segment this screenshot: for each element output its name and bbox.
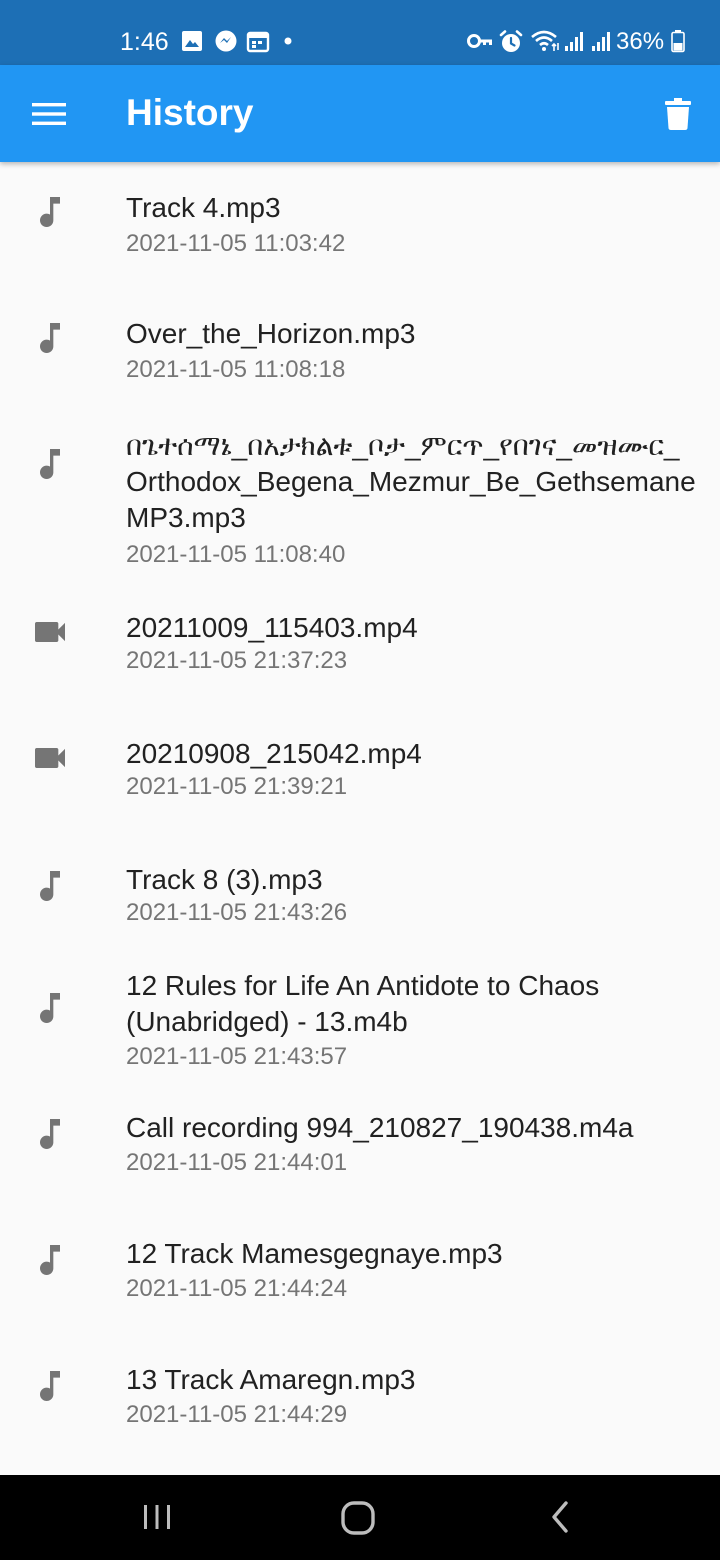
signal-icon [565, 32, 583, 51]
history-item-date: 2021-11-05 21:44:29 [126, 1401, 348, 1428]
recent-apps-icon[interactable] [142, 1497, 172, 1537]
history-item[interactable]: 20210908_215042.mp4 2021-11-05 21:39:21 [0, 710, 720, 836]
history-item-title: Track 8 (3).mp3 [126, 864, 323, 895]
history-item-title: Call recording 994_210827_190438.m4a [126, 1112, 634, 1143]
history-item[interactable]: በጌተሰማኔ_በአታክልቱ_ቦታ_ምርጥ_የበገና_መዝሙር_Orthodox_… [0, 414, 720, 584]
history-item-date: 2021-11-05 21:43:57 [126, 1043, 348, 1070]
history-item-title: 20210908_215042.mp4 [126, 738, 422, 769]
history-item-date: 2021-11-05 21:39:21 [126, 773, 348, 800]
navigation-bar [0, 1475, 720, 1560]
dot-icon [284, 37, 292, 45]
music-note-icon [40, 993, 60, 1023]
history-item-title: Over_the_Horizon.mp3 [126, 318, 416, 349]
history-list: Track 4.mp3 2021-11-05 11:03:42 Over_the… [0, 162, 720, 1475]
back-icon[interactable] [546, 1497, 574, 1537]
history-item-date: 2021-11-05 11:08:18 [126, 356, 346, 383]
video-camera-icon [35, 622, 65, 642]
history-item[interactable]: 12 Rules for Life An Antidote to Chaos (… [0, 962, 720, 1104]
wifi-icon [531, 30, 559, 51]
status-bar: 1:46 36% [0, 0, 720, 65]
history-item[interactable]: 20211009_115403.mp4 2021-11-05 21:37:23 [0, 584, 720, 710]
music-note-icon [40, 449, 60, 479]
music-note-icon [40, 1371, 60, 1401]
history-item-title: 13 Track Amaregn.mp3 [126, 1364, 416, 1395]
history-item-date: 2021-11-05 11:03:42 [126, 230, 346, 257]
history-item-date: 2021-11-05 21:37:23 [126, 647, 348, 674]
music-note-icon [40, 1245, 60, 1275]
history-item-title: Track 4.mp3 [126, 192, 281, 223]
home-icon[interactable] [340, 1499, 376, 1537]
history-item-date: 2021-11-05 21:44:01 [126, 1149, 348, 1176]
app-bar: History [0, 65, 720, 162]
music-note-icon [40, 197, 60, 227]
video-camera-icon [35, 748, 65, 768]
music-note-icon [40, 871, 60, 901]
calendar-icon [246, 31, 270, 53]
signal-icon [592, 32, 610, 51]
trash-icon[interactable] [664, 97, 692, 131]
page-title: History [126, 92, 254, 133]
battery-percent: 36% [616, 28, 665, 55]
history-item-date: 2021-11-05 21:43:26 [126, 899, 348, 926]
history-item-date: 2021-11-05 21:44:24 [126, 1275, 348, 1302]
history-item-title: 12 Track Mamesgegnaye.mp3 [126, 1238, 503, 1269]
music-note-icon [40, 323, 60, 353]
history-item-title: 20211009_115403.mp4 [126, 612, 418, 643]
music-note-icon [40, 1119, 60, 1149]
vpn-key-icon [467, 34, 492, 48]
battery-icon [671, 30, 685, 53]
alarm-icon [499, 30, 523, 52]
history-item-title: 12 Rules for Life An Antidote to Chaos (… [126, 970, 600, 1037]
history-item[interactable]: 12 Track Mamesgegnaye.mp3 2021-11-05 21:… [0, 1230, 720, 1356]
history-item[interactable]: Over_the_Horizon.mp3 2021-11-05 11:08:18 [0, 288, 720, 414]
status-time: 1:46 [120, 28, 169, 56]
history-item[interactable]: 13 Track Amaregn.mp3 2021-11-05 21:44:29 [0, 1356, 720, 1475]
messenger-icon [215, 30, 237, 52]
hamburger-menu-icon[interactable] [32, 100, 66, 128]
history-item[interactable]: Call recording 994_210827_190438.m4a 202… [0, 1104, 720, 1230]
history-item-date: 2021-11-05 11:08:40 [126, 541, 346, 568]
image-icon [182, 31, 202, 51]
history-item-title: በጌተሰማኔ_በአታክልቱ_ቦታ_ምርጥ_የበገና_መዝሙር_Orthodox_… [126, 430, 696, 533]
history-item[interactable]: Track 8 (3).mp3 2021-11-05 21:43:26 [0, 836, 720, 962]
history-item[interactable]: Track 4.mp3 2021-11-05 11:03:42 [0, 162, 720, 288]
